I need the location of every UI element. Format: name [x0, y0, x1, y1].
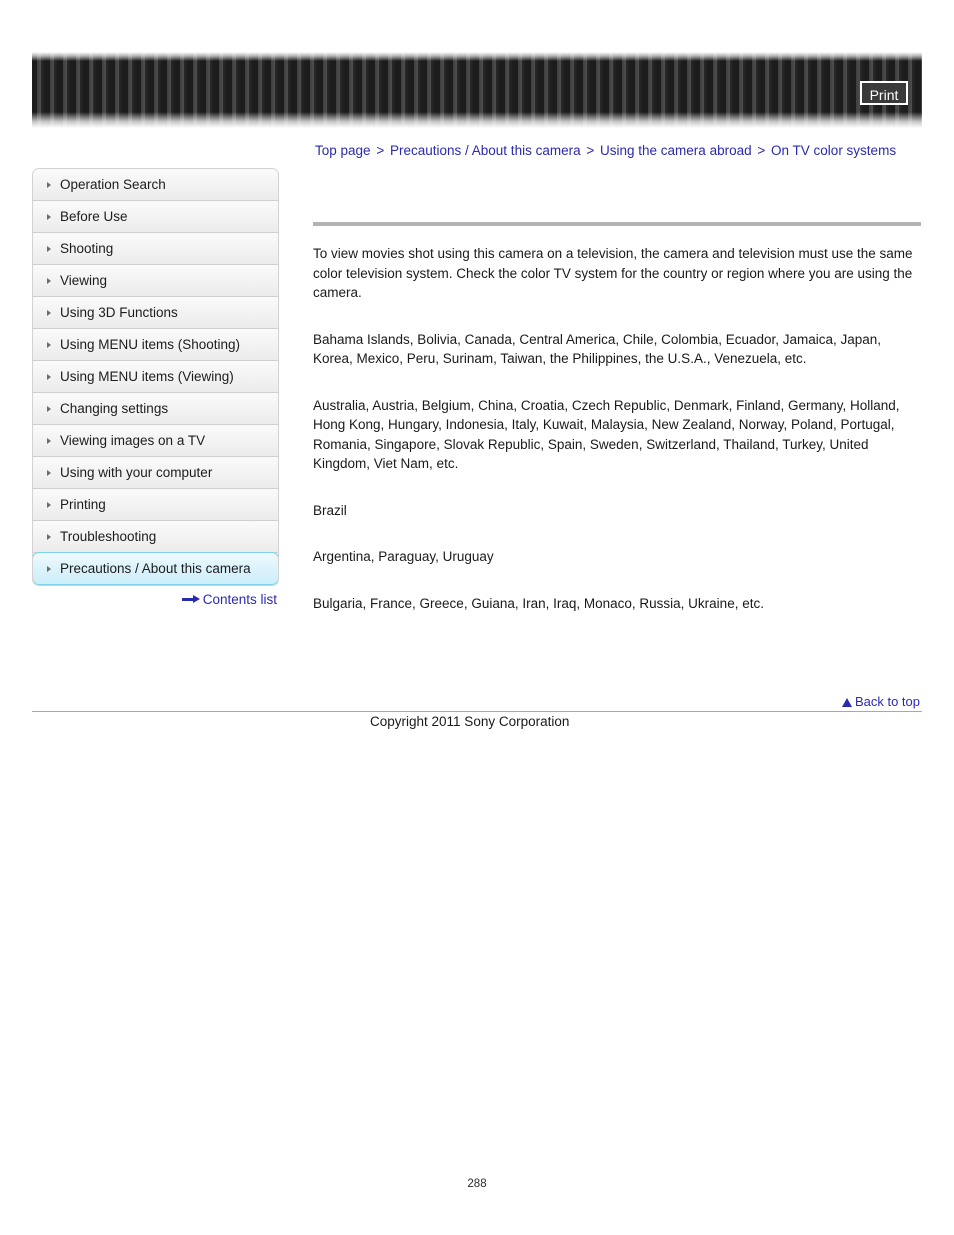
breadcrumb-item-top-page[interactable]: Top page	[315, 143, 371, 158]
breadcrumb-item-precautions[interactable]: Precautions / About this camera	[390, 143, 581, 158]
pal-country-list: Australia, Austria, Belgium, China, Croa…	[313, 397, 900, 472]
back-to-top-label: Back to top	[854, 694, 920, 709]
sidebar-item-shooting[interactable]: Shooting	[33, 233, 278, 265]
sidebar-item-label: Shooting	[60, 241, 114, 256]
triangle-right-icon	[47, 438, 51, 444]
sidebar-item-using-menu-items-shooting[interactable]: Using MENU items (Shooting)	[33, 329, 278, 361]
print-button[interactable]: Print	[860, 81, 908, 105]
triangle-up-icon	[841, 698, 852, 707]
triangle-right-icon	[47, 342, 51, 348]
sidebar-item-using-with-your-computer[interactable]: Using with your computer	[33, 457, 278, 489]
copyright-text: Copyright 2011 Sony Corporation	[370, 714, 570, 729]
sidebar-item-before-use[interactable]: Before Use	[33, 201, 278, 233]
breadcrumb-separator: >	[376, 143, 385, 158]
sidebar-item-troubleshooting[interactable]: Troubleshooting	[33, 521, 278, 553]
triangle-right-icon	[47, 406, 51, 412]
breadcrumb: Top page > Precautions / About this came…	[315, 143, 925, 158]
sidebar-item-label: Using with your computer	[60, 465, 213, 480]
triangle-right-icon	[47, 502, 51, 508]
triangle-right-icon	[47, 310, 51, 316]
back-to-top-wrap: Back to top	[841, 694, 920, 709]
sidebar-item-label: Changing settings	[60, 401, 169, 416]
pal-n-country-list: Argentina, Paraguay, Uruguay	[313, 549, 494, 564]
sidebar-item-label: Precautions / About this camera	[60, 561, 251, 576]
page-number: 288	[467, 1178, 487, 1190]
banner-top-fade	[32, 52, 922, 61]
sidebar-item-operation-search[interactable]: Operation Search	[33, 169, 278, 201]
sidebar-navigation: Operation Search Before Use Shooting Viewin…	[32, 168, 279, 586]
sidebar-item-viewing-images-on-a-tv[interactable]: Viewing images on a TV	[33, 425, 278, 457]
content-top-divider	[313, 222, 921, 226]
contents-list-link-wrap: Contents list	[32, 592, 277, 607]
triangle-right-icon	[47, 246, 51, 252]
breadcrumb-separator: >	[757, 143, 766, 158]
triangle-right-icon	[47, 182, 51, 188]
sidebar-item-using-3d-functions[interactable]: Using 3D Functions	[33, 297, 278, 329]
triangle-right-icon	[47, 534, 51, 540]
footer-divider	[32, 711, 922, 712]
sidebar-item-changing-settings[interactable]: Changing settings	[33, 393, 278, 425]
breadcrumb-item-on-tv-color-systems[interactable]: On TV color systems	[771, 143, 896, 158]
sidebar-item-precautions-about-this-camera[interactable]: Precautions / About this camera	[33, 552, 278, 585]
sidebar-item-viewing[interactable]: Viewing	[33, 265, 278, 297]
arrow-right-icon	[181, 595, 200, 604]
secam-country-list: Bulgaria, France, Greece, Guiana, Iran, …	[313, 595, 764, 611]
main-content: To view movies shot using this camera on…	[313, 222, 921, 613]
sidebar-item-using-menu-items-viewing[interactable]: Using MENU items (Viewing)	[33, 361, 278, 393]
back-to-top-link[interactable]: Back to top	[841, 694, 920, 709]
sidebar-item-label: Before Use	[60, 209, 128, 224]
ntsc-country-list: Bahama Islands, Bolivia, Canada, Central…	[313, 331, 882, 367]
triangle-right-icon	[47, 374, 51, 380]
triangle-right-icon	[47, 214, 51, 220]
sidebar-item-label: Using MENU items (Shooting)	[60, 337, 241, 352]
pal-m-country-list: Brazil	[313, 502, 347, 518]
sidebar-item-label: Viewing images on a TV	[60, 433, 206, 448]
banner-bottom-fade	[32, 112, 922, 128]
contents-list-link[interactable]: Contents list	[181, 592, 277, 607]
sidebar-item-label: Using MENU items (Viewing)	[60, 369, 234, 384]
triangle-right-icon	[47, 566, 51, 572]
sidebar-item-label: Viewing	[60, 273, 108, 288]
triangle-right-icon	[47, 278, 51, 284]
header-banner: Print	[32, 52, 922, 128]
sidebar-item-label: Troubleshooting	[60, 529, 157, 544]
triangle-right-icon	[47, 470, 51, 476]
breadcrumb-item-using-camera-abroad[interactable]: Using the camera abroad	[600, 143, 752, 158]
contents-list-label: Contents list	[202, 592, 277, 607]
breadcrumb-separator: >	[586, 143, 595, 158]
intro-paragraph: To view movies shot using this camera on…	[313, 246, 913, 300]
sidebar-item-label: Using 3D Functions	[60, 305, 178, 320]
sidebar-item-printing[interactable]: Printing	[33, 489, 278, 521]
sidebar-item-label: Operation Search	[60, 177, 166, 192]
sidebar-item-label: Printing	[60, 497, 106, 512]
